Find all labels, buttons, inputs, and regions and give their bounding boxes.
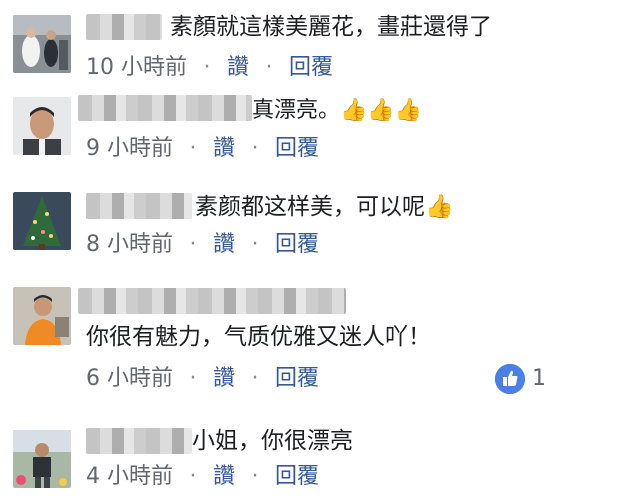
author-name-blurred[interactable] bbox=[86, 193, 192, 219]
author-name-blurred[interactable] bbox=[86, 14, 162, 40]
comment-meta: 8 小時前 · 讚 · 回覆 bbox=[86, 230, 319, 260]
separator: · bbox=[265, 55, 273, 80]
comment-text: 真漂亮。👍👍👍 bbox=[252, 98, 423, 123]
comment-text: 你很有魅力，气质优雅又迷人吖！ bbox=[86, 324, 431, 350]
avatar[interactable] bbox=[13, 15, 71, 73]
comment-meta: 4 小時前 · 讚 · 回覆 bbox=[86, 462, 319, 492]
like-button[interactable]: 讚 bbox=[227, 55, 249, 80]
separator: · bbox=[251, 464, 259, 489]
timestamp[interactable]: 8 小時前 bbox=[86, 232, 173, 257]
comment-text: 素顏就這樣美麗花，畫莊還得了 bbox=[170, 14, 492, 40]
avatar[interactable] bbox=[13, 287, 71, 345]
comment-meta: 6 小時前 · 讚 · 回覆 bbox=[86, 364, 319, 394]
separator: · bbox=[189, 366, 197, 391]
reply-button[interactable]: 回覆 bbox=[289, 55, 333, 80]
comment-meta: 9 小時前 · 讚 · 回覆 bbox=[86, 134, 319, 164]
author-name-blurred[interactable] bbox=[86, 428, 192, 454]
reaction-count[interactable]: 1 bbox=[532, 364, 546, 394]
separator: · bbox=[203, 55, 211, 80]
timestamp[interactable]: 4 小時前 bbox=[86, 464, 173, 489]
separator: · bbox=[189, 232, 197, 257]
separator: · bbox=[189, 136, 197, 161]
separator: · bbox=[189, 464, 197, 489]
separator: · bbox=[251, 366, 259, 391]
reply-button[interactable]: 回覆 bbox=[275, 366, 319, 391]
comment-meta: 10 小時前 · 讚 · 回覆 bbox=[86, 53, 333, 83]
author-name-blurred[interactable] bbox=[78, 288, 346, 314]
timestamp[interactable]: 6 小時前 bbox=[86, 366, 173, 391]
author-name-blurred[interactable] bbox=[78, 95, 252, 121]
timestamp[interactable]: 9 小時前 bbox=[86, 136, 173, 161]
separator: · bbox=[251, 136, 259, 161]
separator: · bbox=[251, 232, 259, 257]
like-button[interactable]: 讚 bbox=[213, 232, 235, 257]
thumbs-up-icon[interactable] bbox=[495, 364, 525, 394]
like-button[interactable]: 讚 bbox=[213, 464, 235, 489]
comment-text: 素颜都这样美，可以呢👍 bbox=[195, 194, 454, 220]
like-button[interactable]: 讚 bbox=[213, 366, 235, 391]
reply-button[interactable]: 回覆 bbox=[275, 232, 319, 257]
avatar[interactable] bbox=[13, 430, 71, 488]
avatar[interactable] bbox=[13, 192, 71, 250]
reply-button[interactable]: 回覆 bbox=[275, 464, 319, 489]
reply-button[interactable]: 回覆 bbox=[275, 136, 319, 161]
timestamp[interactable]: 10 小時前 bbox=[86, 55, 187, 80]
comment-text: 小姐，你很漂亮 bbox=[192, 428, 353, 454]
avatar[interactable] bbox=[13, 97, 71, 155]
like-button[interactable]: 讚 bbox=[213, 136, 235, 161]
